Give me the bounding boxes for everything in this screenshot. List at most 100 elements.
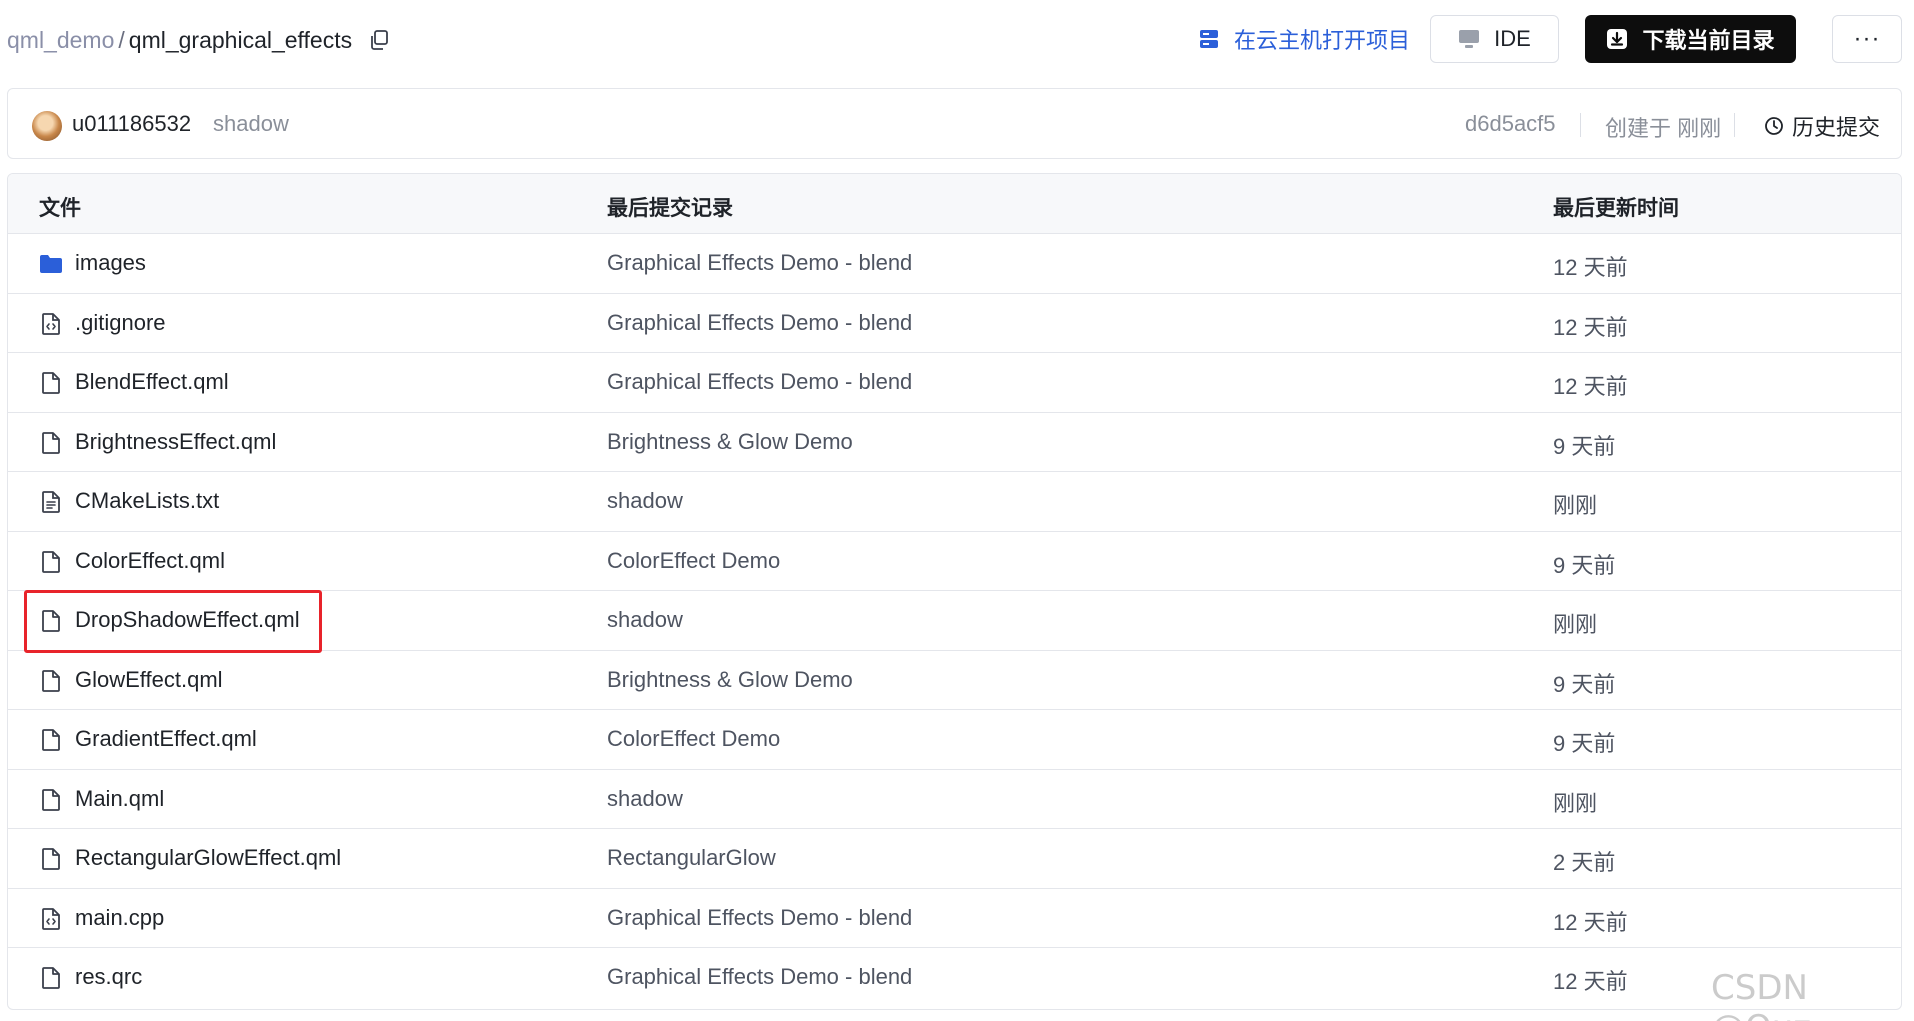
last-updated-time: 12 天前 [1553, 909, 1628, 935]
file-icon [39, 550, 63, 574]
last-commit-link[interactable]: Brightness & Glow Demo [607, 429, 853, 455]
table-row[interactable]: .gitignore Graphical Effects Demo - blend… [8, 294, 1901, 353]
file-table: 文件 最后提交记录 最后更新时间 images Graphical Effects… [7, 173, 1902, 1010]
breadcrumb-current: qml_graphical_effects [128, 26, 353, 53]
last-updated-time: 12 天前 [1553, 969, 1628, 994]
last-commit-link[interactable]: Graphical Effects Demo - blend [607, 310, 912, 336]
file-icon [39, 966, 63, 990]
table-body: images Graphical Effects Demo - blend 12 天… [8, 234, 1901, 1008]
column-header-time: 最后更新时间 [1553, 197, 1679, 220]
table-row[interactable]: RectangularGlowEffect.qml RectangularGlow… [8, 829, 1901, 889]
clock-icon [1764, 116, 1784, 136]
file-name-link[interactable]: BrightnessEffect.qml [75, 429, 276, 455]
watermark: CSDN @Quz [1711, 968, 1811, 1021]
file-icon [39, 788, 63, 812]
code-file-icon [39, 312, 63, 336]
last-updated-time: 12 天前 [1553, 255, 1628, 280]
file-icon [39, 847, 63, 871]
last-updated-time: 12 天前 [1553, 374, 1628, 399]
table-row[interactable]: CMakeLists.txt shadow 刚刚 [8, 472, 1901, 532]
file-name-link[interactable]: .gitignore [75, 310, 166, 336]
last-commit-link[interactable]: shadow [607, 607, 683, 633]
table-row[interactable]: BlendEffect.qml Graphical Effects Demo - … [8, 353, 1901, 413]
open-cloud-host-label: 在云主机打开项目 [1234, 28, 1411, 53]
file-icon [39, 728, 63, 752]
last-commit-link[interactable]: Graphical Effects Demo - blend [607, 964, 912, 990]
file-icon [39, 371, 63, 395]
last-commit-link[interactable]: Graphical Effects Demo - blend [607, 369, 912, 395]
file-name-link[interactable]: main.cpp [75, 905, 164, 931]
last-updated-time: 刚刚 [1553, 612, 1598, 637]
commit-history-label: 历史提交 [1792, 115, 1881, 140]
last-commit-link[interactable]: Brightness & Glow Demo [607, 667, 853, 693]
last-commit-link[interactable]: Graphical Effects Demo - blend [607, 905, 912, 931]
file-icon [39, 609, 63, 633]
table-row[interactable]: Main.qml shadow 刚刚 [8, 770, 1901, 829]
last-updated-time: 9 天前 [1553, 671, 1616, 697]
file-name-link[interactable]: ColorEffect.qml [75, 548, 225, 574]
monitor-icon [1458, 29, 1480, 49]
last-commit-link[interactable]: ColorEffect Demo [607, 548, 780, 574]
folder-icon [39, 252, 63, 276]
file-icon [39, 431, 63, 455]
table-row[interactable]: main.cpp Graphical Effects Demo - blend 12… [8, 889, 1901, 948]
table-row[interactable]: res.qrc Graphical Effects Demo - blend 12 … [8, 948, 1901, 1008]
file-name-link[interactable]: RectangularGlowEffect.qml [75, 845, 341, 871]
file-name-link[interactable]: Main.qml [75, 786, 164, 812]
last-updated-time: 12 天前 [1553, 314, 1628, 340]
breadcrumb-parent-link[interactable]: qml_demo [7, 27, 114, 54]
last-commit-link[interactable]: Graphical Effects Demo - blend [607, 250, 912, 276]
table-row[interactable]: GradientEffect.qml ColorEffect Demo 9 天前 [8, 710, 1901, 770]
divider [1580, 113, 1581, 137]
last-updated-time: 2 天前 [1553, 850, 1616, 875]
commit-hash[interactable]: d6d5acf5 [1465, 111, 1556, 137]
more-icon: ··· [1853, 25, 1881, 52]
column-header-commit: 最后提交记录 [607, 197, 733, 220]
cloud-host-icon [1198, 28, 1220, 50]
download-directory-button[interactable]: 下载当前目录 [1585, 15, 1796, 63]
ide-button[interactable]: IDE [1430, 15, 1559, 63]
top-bar: qml_demo / qml_graphical_effects 在云主机打开项… [0, 0, 1914, 80]
table-row[interactable]: images Graphical Effects Demo - blend 12 天… [8, 234, 1901, 294]
file-name-link[interactable]: BlendEffect.qml [75, 369, 229, 395]
last-updated-time: 9 天前 [1553, 731, 1616, 756]
open-cloud-host-button[interactable]: 在云主机打开项目 [1198, 18, 1410, 60]
commit-author[interactable]: u011186532 [72, 111, 191, 137]
file-icon [39, 669, 63, 693]
breadcrumb-separator: / [118, 26, 125, 53]
file-name-link[interactable]: GlowEffect.qml [75, 667, 223, 693]
table-header: 文件 最后提交记录 最后更新时间 [8, 174, 1901, 234]
commit-history-button[interactable]: 历史提交 [1764, 110, 1880, 142]
file-name-link[interactable]: CMakeLists.txt [75, 488, 219, 514]
avatar[interactable] [32, 111, 62, 141]
table-row[interactable]: ColorEffect.qml ColorEffect Demo 9 天前 [8, 532, 1901, 591]
table-row[interactable]: GlowEffect.qml Brightness & Glow Demo 9 天前 [8, 651, 1901, 710]
breadcrumb: qml_demo / qml_graphical_effects [7, 22, 390, 58]
divider [1734, 113, 1735, 137]
table-row[interactable]: BrightnessEffect.qml Brightness & Glow De… [8, 413, 1901, 472]
latest-commit-bar: u011186532 shadow d6d5acf5 创建于 刚刚 历史提交 [7, 88, 1902, 159]
code-file-icon [39, 907, 63, 931]
commit-created-time: 创建于 刚刚 [1605, 116, 1722, 141]
download-icon [1606, 28, 1628, 50]
text-file-icon [39, 490, 63, 514]
last-updated-time: 9 天前 [1553, 552, 1616, 578]
file-name-link[interactable]: DropShadowEffect.qml [75, 607, 300, 633]
file-name-link[interactable]: images [75, 250, 146, 276]
last-commit-link[interactable]: shadow [607, 786, 683, 812]
commit-message[interactable]: shadow [213, 111, 289, 137]
column-header-file: 文件 [39, 197, 81, 220]
more-button[interactable]: ··· [1832, 15, 1902, 63]
file-name-link[interactable]: res.qrc [75, 964, 142, 990]
last-commit-link[interactable]: ColorEffect Demo [607, 726, 780, 752]
last-updated-time: 9 天前 [1553, 433, 1616, 459]
last-commit-link[interactable]: shadow [607, 488, 683, 514]
table-row[interactable]: DropShadowEffect.qml shadow 刚刚 [8, 591, 1901, 651]
last-updated-time: 刚刚 [1553, 790, 1598, 816]
last-updated-time: 刚刚 [1553, 493, 1598, 518]
ide-label: IDE [1494, 26, 1531, 51]
last-commit-link[interactable]: RectangularGlow [607, 845, 776, 871]
copy-icon[interactable] [368, 29, 390, 51]
download-directory-label: 下载当前目录 [1642, 28, 1775, 53]
file-name-link[interactable]: GradientEffect.qml [75, 726, 257, 752]
